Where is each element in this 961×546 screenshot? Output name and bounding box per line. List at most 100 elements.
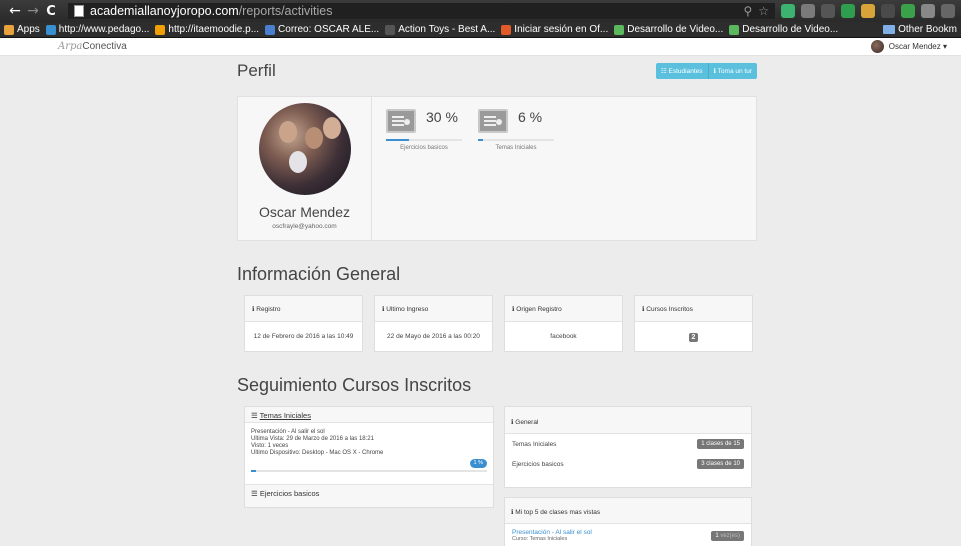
bookmark-item[interactable]: Desarrollo de Video... — [729, 24, 838, 35]
stat-percent: 30 % — [426, 109, 458, 125]
courses-count-badge: 2 — [688, 333, 699, 342]
bookmark-apps[interactable]: Apps — [4, 24, 40, 35]
bookmark-icon — [614, 24, 625, 35]
extension-icon[interactable] — [801, 4, 815, 18]
app-header: ArpaConectiva Oscar Mendez ▾ — [0, 38, 961, 56]
forward-arrow-icon[interactable]: → — [24, 3, 42, 19]
bookmark-item[interactable]: Iniciar sesión en Of... — [501, 24, 608, 35]
info-card-registro: ℹ Registro 12 de Febrero de 2016 a las 1… — [244, 295, 363, 352]
activity-line: Visto: 1 veces — [251, 443, 289, 449]
card-header: ℹ Ultimo Ingreso — [375, 296, 492, 322]
profile-photo — [258, 103, 351, 195]
bookmark-item[interactable]: Action Toys - Best A... — [385, 24, 495, 35]
bookmark-item[interactable]: http://itaemoodie.p... — [155, 24, 259, 35]
extension-icon[interactable] — [941, 4, 955, 18]
extension-icon[interactable] — [901, 4, 915, 18]
course-stat: 30 % Ejercicios basicos — [386, 109, 462, 240]
profile-name: Oscar Mendez — [258, 204, 351, 220]
list-item: Presentación - Al salir el sol Curso: Te… — [505, 524, 751, 542]
card-header: ℹ Registro — [245, 296, 362, 322]
avatar — [870, 40, 884, 53]
other-bookmarks[interactable]: Other Bookm — [883, 24, 957, 35]
bookmark-item[interactable]: Desarrollo de Video... — [614, 24, 723, 35]
star-icon[interactable]: ☆ — [758, 4, 769, 18]
profile-panel: Oscar Mendez oscfrayle@yahoo.com 30 % Ej… — [237, 96, 757, 241]
info-card-origen: ℹ Origen Registro facebook — [504, 295, 623, 352]
activity-line: Presentación - Al salir el sol — [251, 429, 325, 435]
extension-icon[interactable] — [821, 4, 835, 18]
progress-bar — [251, 470, 487, 472]
url-host: academiallanoyjoropo.com — [90, 4, 239, 18]
panel-header: ℹ General — [505, 407, 751, 434]
course-link[interactable]: Temas Iniciales — [260, 411, 311, 420]
card-header: ℹ Origen Registro — [505, 296, 622, 322]
apps-grid-icon — [4, 24, 14, 35]
browser-toolbar: ← → C academiallanoyjoropo.com /reports/… — [0, 0, 961, 22]
class-course: Curso: Temas Iniciales — [512, 536, 568, 542]
bookmark-item[interactable]: http://www.pedago... — [45, 24, 149, 35]
course-activity: Presentación - Al salir el sol Ultima Vi… — [245, 423, 493, 485]
course-header[interactable]: ☰ Temas Iniciales — [245, 407, 493, 423]
section-title-tracking: Seguimiento Cursos Inscritos — [237, 375, 472, 395]
progress-badge: 1 % — [469, 459, 487, 468]
panel-header: ℹ Mi top 5 de clases mas vistas — [505, 498, 751, 524]
bookmark-icon — [385, 24, 396, 35]
course-stat: 6 % Temas Iniciales — [478, 109, 554, 240]
extension-icon[interactable] — [861, 4, 875, 18]
bookmark-icon — [45, 24, 56, 35]
user-menu[interactable]: Oscar Mendez ▾ — [870, 40, 947, 53]
extension-icon[interactable] — [781, 4, 795, 18]
stat-percent: 6 % — [518, 109, 543, 125]
views-badge: 1 vez(es) — [711, 530, 744, 541]
course-header[interactable]: ☰ Ejercicios basicos — [245, 485, 493, 502]
card-value: 12 de Febrero de 2016 a las 10:49 — [253, 333, 354, 340]
activity-line: Ultimo Dispositivo: Desktop - Mac OS X -… — [251, 450, 384, 456]
page-title: Perfil — [237, 61, 276, 80]
bookmark-icon — [265, 24, 276, 35]
action-button-group: ☷ Estudiantes ℹ Toma un tur — [655, 63, 757, 79]
students-button[interactable]: ☷ Estudiantes — [656, 63, 708, 79]
reload-icon[interactable]: C — [42, 4, 60, 19]
card-value: facebook — [550, 333, 577, 340]
address-bar[interactable]: academiallanoyjoropo.com /reports/activi… — [68, 3, 775, 19]
card-value: 22 de Mayo de 2016 a las 00:20 — [387, 333, 480, 340]
section-title-general: Información General — [237, 264, 401, 284]
page-icon — [74, 5, 84, 17]
certificate-icon — [386, 109, 416, 133]
progress-fill — [386, 139, 409, 141]
classes-badge: 1 clases de 15 — [697, 439, 744, 449]
zoom-icon[interactable]: ⚲ — [743, 4, 752, 18]
class-link[interactable]: Presentación - Al salir el sol — [512, 529, 592, 536]
classes-badge: 3 clases de 10 — [697, 459, 744, 469]
stat-label: Ejercicios basicos — [400, 145, 448, 151]
back-arrow-icon[interactable]: ← — [6, 3, 24, 19]
tour-button[interactable]: ℹ Toma un tur — [707, 63, 757, 79]
profile-email: oscfrayle@yahoo.com — [272, 223, 337, 230]
general-panel: ℹ General Temas Iniciales 1 clases de 15… — [504, 406, 752, 488]
course-tracking-panel: ☰ Temas Iniciales Presentación - Al sali… — [244, 406, 494, 508]
progress-bar — [478, 139, 554, 141]
info-card-cursos: ℹ Cursos Inscritos 2 — [634, 295, 753, 352]
info-card-ultimo-ingreso: ℹ Ultimo Ingreso 22 de Mayo de 2016 a la… — [374, 295, 493, 352]
activity-line: Ultima Vista: 29 de Marzo de 2016 a las … — [251, 436, 374, 442]
general-row: Ejercicios basicos 3 clases de 10 — [505, 454, 751, 474]
extension-icon[interactable] — [881, 4, 895, 18]
bookmark-icon — [155, 24, 166, 35]
brand-logo[interactable]: ArpaConectiva — [58, 41, 127, 52]
bookmarks-bar: Apps http://www.pedago... http://itaemoo… — [0, 22, 961, 38]
card-header: ℹ Cursos Inscritos — [635, 296, 752, 322]
bookmark-icon — [501, 24, 512, 35]
bookmark-item[interactable]: Correo: OSCAR ALE... — [265, 24, 379, 35]
stat-label: Temas Iniciales — [495, 145, 537, 151]
general-row: Temas Iniciales 1 clases de 15 — [505, 434, 751, 454]
extension-icon[interactable] — [921, 4, 935, 18]
progress-fill — [478, 139, 483, 141]
progress-bar — [386, 139, 462, 141]
folder-icon — [883, 25, 896, 34]
extension-icon[interactable] — [841, 4, 855, 18]
progress-fill — [251, 470, 256, 472]
main-content: Perfil ☷ Estudiantes ℹ Toma un tur Oscar… — [237, 58, 757, 546]
top-classes-panel: ℹ Mi top 5 de clases mas vistas Presenta… — [504, 497, 752, 546]
bookmark-icon — [729, 24, 740, 35]
url-path: /reports/activities — [238, 4, 333, 18]
